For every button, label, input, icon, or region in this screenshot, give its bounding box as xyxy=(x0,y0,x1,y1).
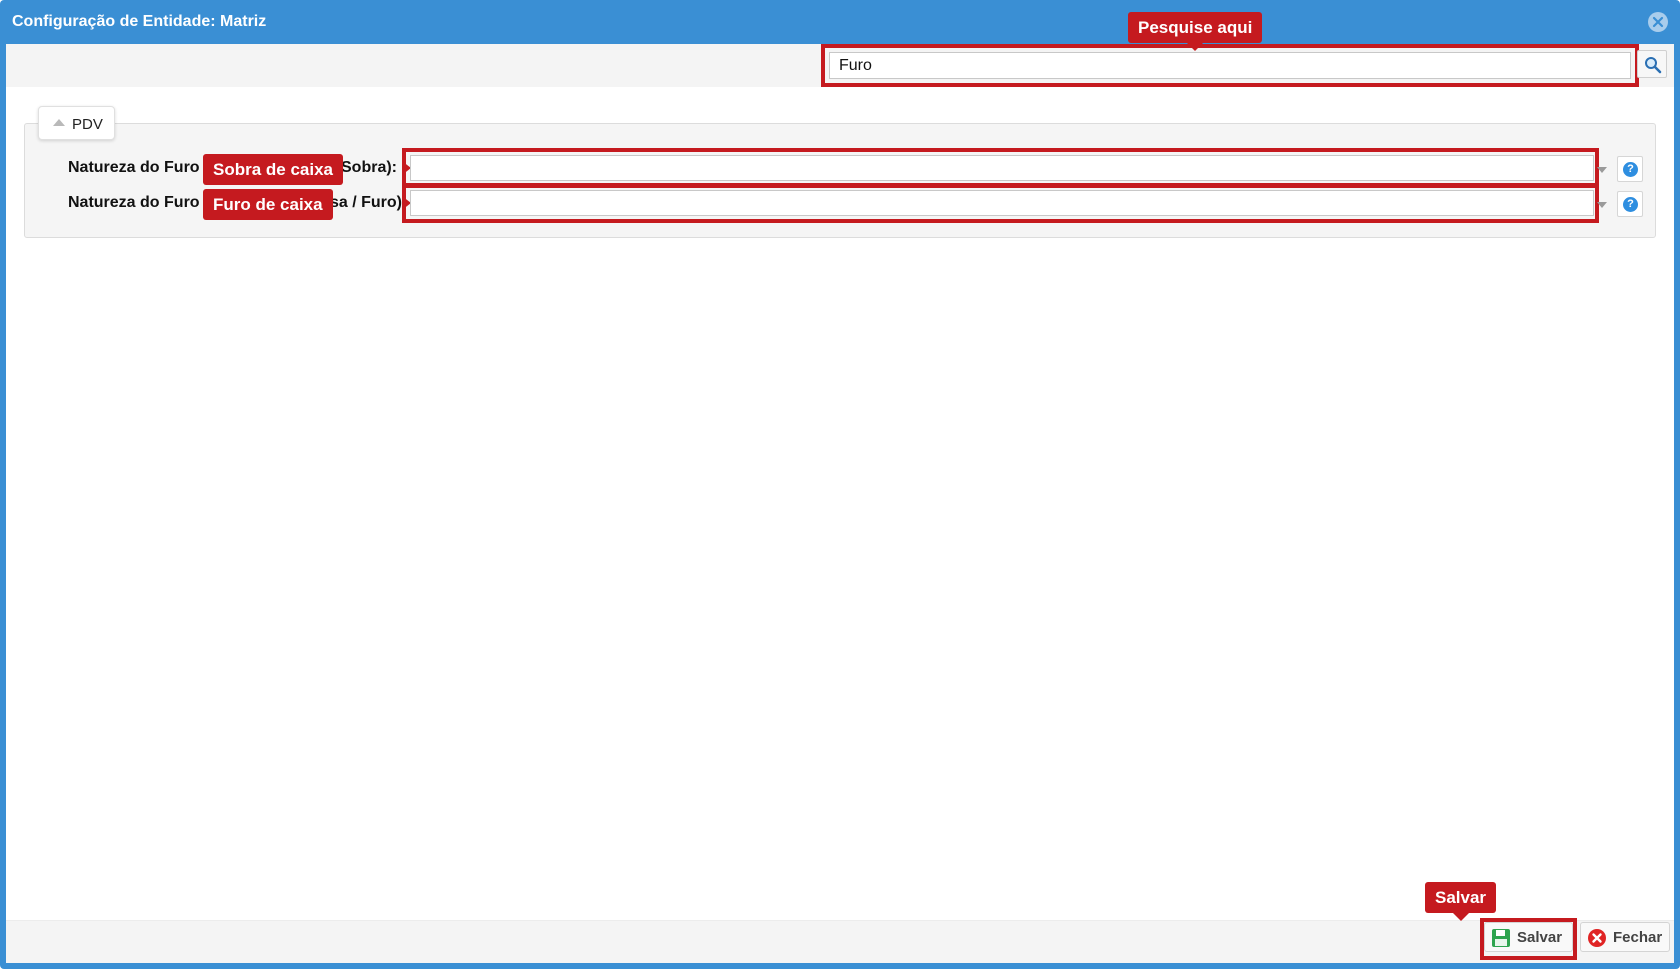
furo-combo-highlight xyxy=(402,183,1599,223)
field-label-sobra-left: Natureza do Furo xyxy=(68,159,200,176)
magnifier-icon xyxy=(1645,57,1662,74)
field-label-sobra-right: Sobra): xyxy=(341,159,397,176)
close-button[interactable]: Fechar xyxy=(1580,922,1670,952)
title-bar: Configuração de Entidade: Matriz xyxy=(0,0,1680,44)
sobra-help-button[interactable]: ? xyxy=(1617,156,1643,182)
save-button[interactable]: Salvar xyxy=(1484,922,1573,952)
close-circle-icon xyxy=(1652,16,1664,28)
question-icon: ? xyxy=(1623,162,1638,177)
callout-save: Salvar xyxy=(1425,882,1497,921)
furo-dropdown-arrow-icon[interactable] xyxy=(1597,202,1607,208)
search-toolbar xyxy=(6,44,1674,87)
field-label-furo-left: Natureza do Furo xyxy=(68,194,200,211)
floppy-disk-icon xyxy=(1492,929,1510,947)
dialog-footer xyxy=(6,920,1674,963)
section-label: PDV xyxy=(72,116,103,133)
close-window-button[interactable] xyxy=(1648,12,1668,32)
natureza-furo-combobox[interactable] xyxy=(410,190,1594,216)
collapse-arrow-icon xyxy=(53,119,65,126)
furo-help-button[interactable]: ? xyxy=(1617,191,1643,217)
sobra-combo-highlight xyxy=(402,148,1599,188)
pdv-section-toggle[interactable]: PDV xyxy=(38,106,115,140)
search-input[interactable] xyxy=(829,52,1631,79)
question-icon: ? xyxy=(1623,197,1638,212)
search-highlight-frame xyxy=(821,44,1639,87)
natureza-sobra-combobox[interactable] xyxy=(410,155,1594,181)
callout-furo: Furo de caixa xyxy=(203,189,333,220)
search-button[interactable] xyxy=(1637,50,1667,78)
dialog-content: PDV Natureza do Furo Sobra): ? Natureza … xyxy=(6,12,1674,963)
field-label-furo-right: sa / Furo): xyxy=(330,194,408,211)
dialog-title: Configuração de Entidade: Matriz xyxy=(12,13,267,30)
sobra-dropdown-arrow-icon[interactable] xyxy=(1597,167,1607,173)
callout-search: Pesquise aqui xyxy=(1128,12,1263,51)
dialog-window: Configuração de Entidade: Matriz PDV xyxy=(0,0,1680,969)
callout-sobra: Sobra de caixa xyxy=(203,154,344,185)
close-button-label: Fechar xyxy=(1613,929,1663,946)
red-x-circle-icon xyxy=(1588,929,1606,947)
save-button-label: Salvar xyxy=(1517,929,1563,946)
